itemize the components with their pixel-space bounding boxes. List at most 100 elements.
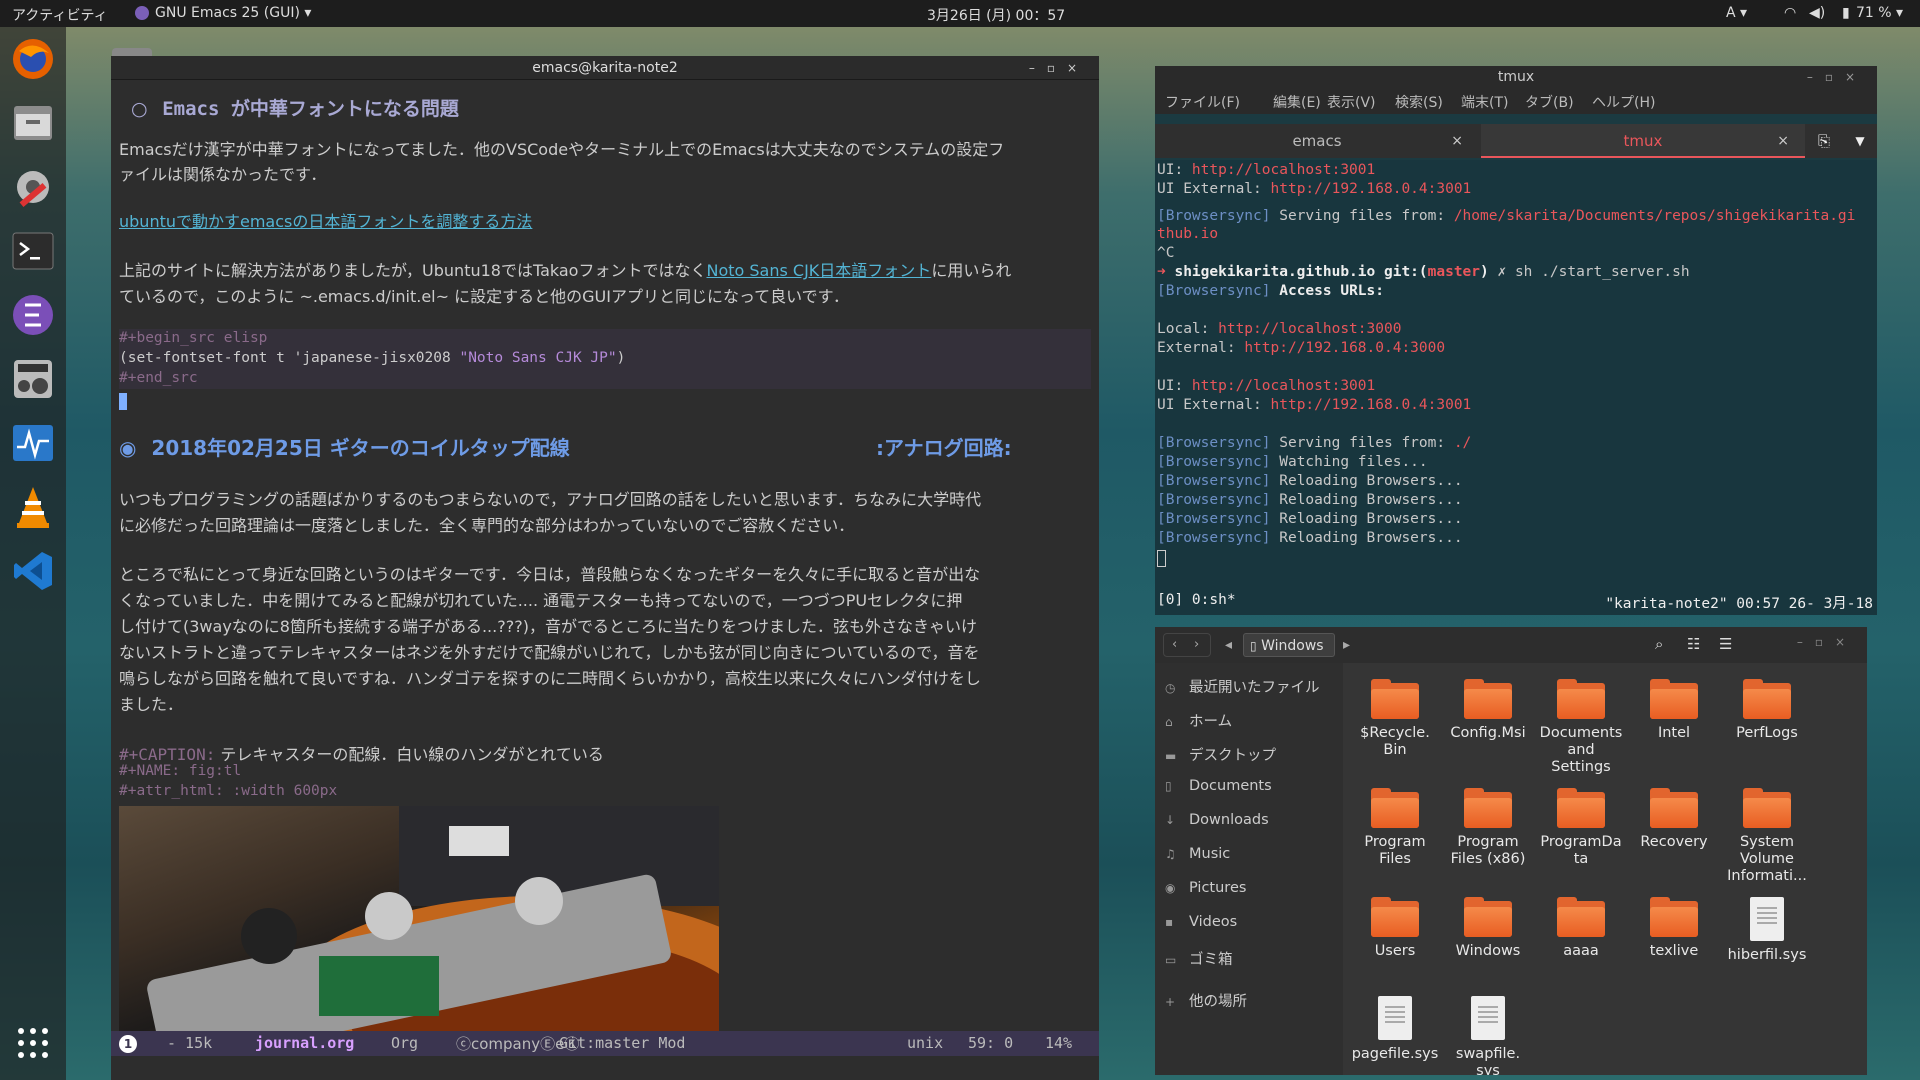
drive-icon: ▯ (1250, 639, 1257, 653)
folder-item[interactable]: Users (1350, 897, 1440, 960)
folder-item[interactable]: PerfLogs (1722, 679, 1812, 742)
folder-item[interactable]: Program Files (x86) (1443, 788, 1533, 868)
folder-item[interactable]: System Volume Informati... (1722, 788, 1812, 885)
settings-icon[interactable] (9, 163, 57, 211)
close-icon[interactable]: × (1451, 124, 1463, 158)
sidebar-item-music[interactable]: ♫ Music (1165, 846, 1230, 868)
noto-link[interactable]: Noto Sans CJK日本語フォント (706, 261, 931, 280)
wifi-icon[interactable]: ◠ (1784, 5, 1796, 21)
new-tab-icon[interactable]: ⎘ (1807, 124, 1841, 158)
terminal-output[interactable]: UI: http://localhost:3001 UI External: h… (1155, 160, 1877, 615)
folder-item[interactable]: ProgramDa ta (1536, 788, 1626, 868)
menu-edit[interactable]: 編集(E) (1273, 92, 1321, 112)
folder-item[interactable]: aaaa (1536, 897, 1626, 960)
path-next-icon[interactable]: ▸ (1343, 633, 1350, 657)
sidebar-item-recent[interactable]: ◷ 最近開いたファイル (1165, 676, 1320, 698)
window-controls[interactable]: –▫× (1807, 66, 1867, 88)
show-applications-icon[interactable] (9, 1019, 57, 1067)
forward-icon[interactable]: › (1194, 634, 1199, 656)
vlc-icon[interactable] (9, 483, 57, 531)
drive-icon[interactable] (112, 48, 152, 56)
folder-item[interactable]: $Recycle. Bin (1350, 679, 1440, 759)
menu-tabs[interactable]: タブ(B) (1525, 92, 1574, 112)
term-line: UI External: http://192.168.0.4:3001 (1157, 181, 1472, 197)
emacs-icon[interactable] (9, 291, 57, 339)
vscode-icon[interactable] (9, 547, 57, 595)
sidebar-item-videos[interactable]: ▪ Videos (1165, 914, 1237, 936)
file-icon (1378, 996, 1412, 1040)
activities-button[interactable]: アクティビティ (12, 5, 108, 25)
name-line: #+NAME: fig:tl (119, 763, 242, 779)
term-line: [Browsersync] Reloading Browsers... (1157, 492, 1463, 508)
back-icon[interactable]: ‹ (1172, 634, 1177, 656)
clock[interactable]: 3月26日 (月) 00：57 (927, 5, 1065, 25)
tmux-window-list[interactable]: [0] 0:sh* (1157, 592, 1236, 608)
file-item[interactable]: pagefile.sys (1350, 996, 1440, 1063)
folder-item[interactable]: Config.Msi (1443, 679, 1533, 742)
terminal-titlebar[interactable]: tmux –▫× (1155, 66, 1877, 88)
volume-icon[interactable]: ◀) (1809, 5, 1825, 21)
path-prev-icon[interactable]: ◂ (1225, 633, 1232, 657)
heading-tag: :アナログ回路: (876, 436, 1012, 460)
vc-status[interactable]: Git:master Mod (559, 1034, 685, 1052)
menu-icon[interactable]: ☰ (1719, 635, 1732, 653)
sidebar-item-home[interactable]: ⌂ ホーム (1165, 710, 1232, 732)
file-item[interactable]: swapfile. sys (1443, 996, 1533, 1075)
battery-percent[interactable]: 71 % ▾ (1856, 5, 1903, 21)
menu-file[interactable]: ファイル(F) (1165, 92, 1240, 112)
top-panel: アクティビティ GNU Emacs 25 (GUI) ▾ 3月26日 (月) 0… (0, 0, 1920, 27)
places-sidebar: ◷ 最近開いたファイル ⌂ ホーム ▬ デスクトップ ▯ Documents ↓ Down… (1155, 663, 1343, 1075)
folder-item[interactable]: Intel (1629, 679, 1719, 742)
folder-icon (1743, 679, 1791, 719)
file-item[interactable]: hiberfil.sys (1722, 897, 1812, 964)
emacs-window: emacs@karita-note2 –▫× ○ Emacs が中華フォントにな… (111, 56, 1099, 1080)
tab-tmux[interactable]: tmux × (1481, 124, 1805, 158)
window-controls[interactable]: –▫× (1797, 635, 1857, 649)
search-icon[interactable]: ⌕ (1655, 635, 1663, 653)
mixer-icon[interactable] (9, 355, 57, 403)
close-icon[interactable]: × (1777, 124, 1789, 158)
sidebar-item-pictures[interactable]: ◉ Pictures (1165, 880, 1246, 902)
emacs-titlebar[interactable]: emacs@karita-note2 –▫× (111, 56, 1099, 80)
folder-item[interactable]: texlive (1629, 897, 1719, 960)
tmux-status-right: "karita-note2" 00:57 26- 3月-18 (1605, 596, 1873, 612)
emacs-buffer[interactable]: ○ Emacs が中華フォントになる問題 Emacsだけ漢字が中華フォントになっ… (119, 80, 1091, 1080)
system-monitor-icon[interactable] (9, 419, 57, 467)
sidebar-item-other-locations[interactable]: + 他の場所 (1165, 990, 1247, 1012)
file-icon (1750, 897, 1784, 941)
tab-emacs[interactable]: emacs × (1155, 124, 1479, 158)
sidebar-item-downloads[interactable]: ↓ Downloads (1165, 812, 1269, 834)
window-controls[interactable]: –▫× (1029, 56, 1089, 80)
sidebar-item-trash[interactable]: ▭ ゴミ箱 (1165, 948, 1233, 970)
tmux-statusbar: [0] 0:sh* "karita-note2" 00:57 26- 3月-18 (1155, 590, 1877, 612)
sidebar-item-desktop[interactable]: ▬ デスクトップ (1165, 744, 1276, 766)
tab-menu-chevron-icon[interactable]: ▼ (1843, 124, 1877, 158)
folder-item[interactable]: Windows (1443, 897, 1533, 960)
path-segment-windows[interactable]: ▯ Windows (1243, 633, 1335, 657)
paragraph-line: ました． (119, 695, 184, 714)
item-label: hiberfil.sys (1727, 947, 1807, 963)
folder-item[interactable]: Recovery (1629, 788, 1719, 851)
paragraph-line: に必修だった回路理論は一度落としました．全く専門的な部分はわかっていないのでご容… (119, 516, 855, 535)
input-method-indicator[interactable]: A ▾ (1726, 5, 1747, 21)
folder-icon (1371, 788, 1419, 828)
buffer-name[interactable]: journal.org (255, 1034, 354, 1052)
menu-view[interactable]: 表示(V) (1327, 92, 1376, 112)
menu-search[interactable]: 検索(S) (1395, 92, 1443, 112)
folder-item[interactable]: Program Files (1350, 788, 1440, 868)
terminal-icon[interactable] (9, 227, 57, 275)
menu-help[interactable]: ヘルプ(H) (1592, 92, 1655, 112)
nav-buttons: ‹ › (1163, 633, 1211, 657)
terminal-window: tmux –▫× ファイル(F) 編集(E) 表示(V) 検索(S) 端末(T)… (1155, 66, 1877, 615)
major-mode[interactable]: Org (391, 1034, 418, 1052)
battery-icon[interactable]: ▮ (1842, 5, 1850, 21)
app-menu[interactable]: GNU Emacs 25 (GUI) ▾ (155, 5, 311, 21)
folder-item[interactable]: Documents and Settings (1536, 679, 1626, 776)
view-toggle-icon[interactable]: ☷ (1687, 635, 1700, 653)
firefox-icon[interactable] (9, 35, 57, 83)
link[interactable]: ubuntuで動かすemacsの日本語フォントを調整する方法 (119, 208, 532, 232)
menu-terminal[interactable]: 端末(T) (1461, 92, 1508, 112)
sidebar-item-documents[interactable]: ▯ Documents (1165, 778, 1272, 800)
files-icon[interactable] (9, 99, 57, 147)
paragraph-line: 上記のサイトに解決方法がありましたが，Ubuntu18ではTakaoフォントでは… (119, 261, 1012, 280)
